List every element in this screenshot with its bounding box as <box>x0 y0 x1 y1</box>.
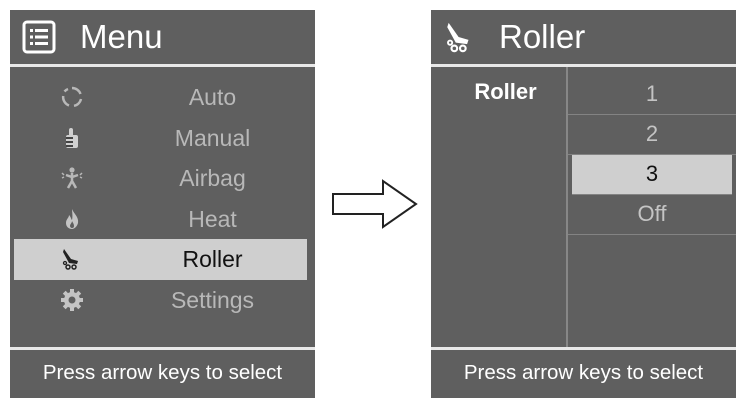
hand-icon <box>66 127 78 148</box>
menu-item-label: Heat <box>188 205 237 232</box>
page-title: Roller <box>499 18 586 55</box>
menu-item-roller[interactable]: Roller <box>14 239 307 280</box>
page-title: Menu <box>80 18 163 55</box>
roller-setting-label: Roller <box>474 79 537 104</box>
menu-item-settings[interactable]: Settings <box>10 280 315 321</box>
flame-icon <box>66 208 79 229</box>
menu-item-auto[interactable]: Auto <box>10 77 315 118</box>
main-menu: Auto Manual Airbag Heat Roller Settings <box>10 77 315 320</box>
list-icon <box>22 20 56 54</box>
menu-item-label: Manual <box>174 124 251 151</box>
airbag-body-icon <box>61 167 83 189</box>
option-label: 1 <box>645 81 659 106</box>
roller-screen: Roller Roller 1 2 3 Off Press arrow keys… <box>431 10 736 398</box>
menu-title-bar: Menu <box>10 10 315 67</box>
menu-item-heat[interactable]: Heat <box>10 199 315 240</box>
cycle-icon <box>61 86 83 108</box>
option-2[interactable]: 2 <box>568 115 736 155</box>
menu-item-airbag[interactable]: Airbag <box>10 158 315 199</box>
roller-footer: Press arrow keys to select <box>431 347 736 398</box>
option-label: 2 <box>645 121 659 146</box>
arrow-right-icon <box>332 179 418 229</box>
option-label: Off <box>637 201 667 226</box>
footer-hint: Press arrow keys to select <box>463 361 704 384</box>
menu-screen: Menu Auto Manual Airbag Heat Roller Sett… <box>10 10 315 398</box>
menu-item-manual[interactable]: Manual <box>10 118 315 159</box>
option-label: 3 <box>645 161 659 186</box>
option-off[interactable]: Off <box>568 195 736 235</box>
footer-hint: Press arrow keys to select <box>42 361 283 384</box>
roller-icon <box>447 22 469 53</box>
roller-title-bar: Roller <box>431 10 736 67</box>
roller-options-list: 1 2 3 Off <box>568 75 736 235</box>
menu-footer: Press arrow keys to select <box>10 347 315 398</box>
menu-item-label: Auto <box>188 84 237 110</box>
gear-icon <box>61 288 83 311</box>
roller-icon <box>62 249 78 270</box>
option-3[interactable]: 3 <box>572 155 732 195</box>
menu-item-label: Roller <box>182 246 243 272</box>
option-1[interactable]: 1 <box>568 75 736 115</box>
menu-item-label: Airbag <box>179 165 246 191</box>
menu-item-label: Settings <box>170 286 255 313</box>
